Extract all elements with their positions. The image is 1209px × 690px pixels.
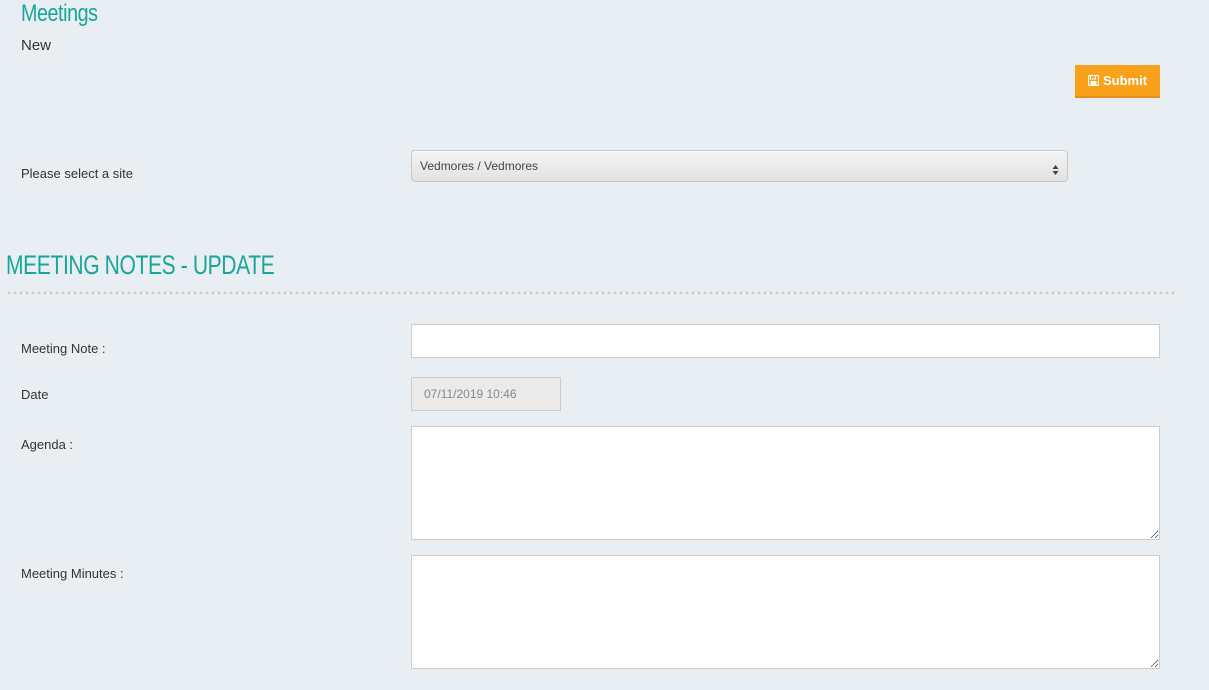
submit-label: Submit xyxy=(1102,73,1148,88)
meeting-minutes-label: Meeting Minutes : xyxy=(21,566,124,581)
page-subtitle: New xyxy=(21,37,52,54)
meeting-minutes-textarea[interactable] xyxy=(411,555,1160,669)
page-title: Meetings xyxy=(21,0,98,27)
agenda-label: Agenda : xyxy=(21,437,74,452)
section-title: MEETING NOTES - UPDATE xyxy=(6,250,275,280)
submit-button[interactable]: Submit xyxy=(1075,65,1160,98)
site-select[interactable]: Vedmores / Vedmores xyxy=(411,150,1068,182)
section-divider xyxy=(6,291,1176,295)
site-select-value: Vedmores / Vedmores xyxy=(420,159,539,173)
meeting-note-label: Meeting Note : xyxy=(21,341,106,356)
floppy-disk-icon xyxy=(1087,75,1099,86)
agenda-textarea[interactable] xyxy=(411,426,1160,540)
date-input[interactable] xyxy=(411,377,561,411)
site-select-label: Please select a site xyxy=(21,166,134,181)
select-arrows-icon xyxy=(1052,158,1059,175)
meeting-note-input[interactable] xyxy=(411,324,1160,358)
date-label: Date xyxy=(21,387,49,402)
